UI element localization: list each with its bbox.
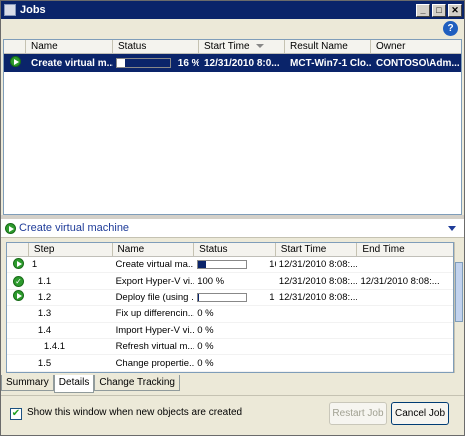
steps-body: 1Create virtual ma...16 %12/31/2010 8:08… bbox=[7, 257, 453, 372]
help-icon[interactable]: ? bbox=[443, 21, 458, 36]
steps-col-status[interactable]: Status bbox=[194, 243, 276, 256]
step-status-text: 0 % bbox=[197, 341, 214, 353]
steps-grid: Step Name Status Start Time End Time 1 Cr… bbox=[6, 242, 454, 373]
step-start-time: 12/31/2010 8:08:... bbox=[278, 259, 358, 271]
step-name: Fix up differencin... bbox=[115, 308, 195, 320]
jobs-app-icon bbox=[4, 4, 16, 16]
step-number: 1.2 bbox=[37, 291, 52, 303]
col-status[interactable]: Status bbox=[113, 40, 199, 53]
step-start-time: 12/31/2010 8:08:... bbox=[278, 291, 358, 303]
job-running-icon bbox=[4, 56, 26, 70]
step-running-icon bbox=[7, 257, 29, 272]
job-progress-fill bbox=[117, 58, 126, 67]
step-number: 1.3 bbox=[37, 308, 52, 320]
col-start-time[interactable]: Start Time bbox=[199, 40, 285, 53]
step-name: Deploy file (using ... bbox=[115, 291, 195, 303]
details-header: Create virtual machine bbox=[1, 219, 464, 238]
job-status: 16 % bbox=[113, 58, 199, 69]
step-status: 100 % bbox=[194, 276, 276, 287]
col-start-time-label: Start Time bbox=[204, 41, 250, 52]
step-status-text: 100 % bbox=[197, 275, 225, 287]
jobs-window: Jobs _ □ ✕ ? Name Status Start Time Resu… bbox=[0, 0, 465, 436]
step-status-text: 16 % bbox=[269, 259, 276, 271]
step-number: 1.4.1 bbox=[43, 341, 66, 353]
steps-col-name[interactable]: Name bbox=[113, 243, 195, 256]
jobs-grid: Name Status Start Time Result Name Owner… bbox=[3, 39, 462, 215]
step-row[interactable]: 1 Create virtual ma... 16 %12/31/2010 8:08… bbox=[7, 257, 453, 274]
step-name: Create virtual ma... bbox=[115, 259, 195, 271]
step-progress-bar bbox=[197, 292, 248, 302]
title-bar: Jobs _ □ ✕ bbox=[1, 1, 464, 19]
col-name[interactable]: Name bbox=[26, 40, 113, 53]
step-end-time: 12/31/2010 8:08:... bbox=[360, 275, 440, 287]
step-status: 0 % bbox=[194, 341, 276, 352]
steps-col-start[interactable]: Start Time bbox=[276, 243, 358, 256]
step-status-text: 1 % bbox=[269, 291, 276, 303]
footer-bar: ✔ Show this window when new objects are … bbox=[1, 395, 464, 435]
step-status: 0 % bbox=[194, 358, 276, 369]
steps-col-end[interactable]: End Time bbox=[357, 243, 453, 256]
step-name: Export Hyper-V vi... bbox=[115, 275, 195, 287]
step-number: 1.5 bbox=[37, 357, 52, 369]
step-row[interactable]: 1.4.1 Refresh virtual m... 0 % bbox=[7, 339, 453, 356]
steps-col-icon bbox=[7, 243, 29, 256]
details-title: Create virtual machine bbox=[19, 222, 130, 234]
window-title: Jobs bbox=[20, 4, 46, 16]
job-progress-bar bbox=[116, 57, 171, 68]
job-row[interactable]: Create virtual m... 16 % 12/31/2010 8:0.… bbox=[4, 54, 461, 72]
steps-scrollbar[interactable] bbox=[454, 242, 463, 373]
step-running-icon bbox=[7, 290, 29, 304]
job-result-name: MCT-Win7-1 Clo... bbox=[290, 57, 371, 69]
steps-col-step[interactable]: Step bbox=[29, 243, 113, 256]
job-owner: CONTOSO\Adm... bbox=[376, 57, 460, 69]
details-running-icon bbox=[5, 222, 16, 234]
step-status-text: 0 % bbox=[197, 308, 214, 320]
close-button[interactable]: ✕ bbox=[448, 3, 462, 17]
restart-job-button[interactable]: Restart Job bbox=[329, 402, 387, 425]
step-name: Import Hyper-V vi... bbox=[115, 324, 195, 336]
step-status: 1 % bbox=[194, 292, 276, 303]
maximize-button[interactable]: □ bbox=[432, 3, 446, 17]
tab-summary[interactable]: Summary bbox=[1, 375, 54, 391]
step-progress-bar bbox=[197, 260, 248, 270]
col-owner[interactable]: Owner bbox=[371, 40, 461, 53]
step-row[interactable]: 1.2 Deploy file (using ... 1 %12/31/2010 8… bbox=[7, 290, 453, 307]
steps-grid-header: Step Name Status Start Time End Time bbox=[7, 243, 453, 257]
job-start-time: 12/31/2010 8:0... bbox=[204, 57, 280, 69]
step-status-text: 0 % bbox=[197, 324, 214, 336]
scrollbar-thumb[interactable] bbox=[455, 262, 463, 322]
show-window-checkbox[interactable]: ✔ bbox=[10, 408, 22, 420]
step-status-text: 0 % bbox=[197, 357, 214, 369]
sort-descending-icon bbox=[255, 44, 264, 49]
toolbar: ? bbox=[1, 19, 464, 39]
step-number: 1.4 bbox=[37, 324, 52, 336]
step-progress-fill bbox=[198, 261, 206, 269]
cancel-job-button[interactable]: Cancel Job bbox=[391, 402, 449, 425]
step-start-time: 12/31/2010 8:08:... bbox=[278, 275, 358, 287]
step-number: 1 bbox=[31, 259, 38, 271]
step-row[interactable]: ✓ 1.1 Export Hyper-V vi... 100 % 12/31/2010 … bbox=[7, 273, 453, 290]
job-status-text: 16 % bbox=[177, 57, 199, 69]
step-name: Change propertie... bbox=[115, 357, 195, 369]
step-row[interactable]: 1.3 Fix up differencin... 0 % bbox=[7, 306, 453, 323]
job-name: Create virtual m... bbox=[31, 57, 113, 69]
step-progress-fill bbox=[198, 293, 200, 301]
col-result-name[interactable]: Result Name bbox=[285, 40, 371, 53]
col-icon bbox=[4, 40, 26, 53]
step-name: Refresh virtual m... bbox=[115, 341, 195, 353]
step-complete-icon: ✓ bbox=[7, 275, 29, 287]
step-row[interactable]: 1.5 Change propertie... 0 % bbox=[7, 355, 453, 372]
tab-change-tracking[interactable]: Change Tracking bbox=[94, 375, 180, 391]
tab-details[interactable]: Details bbox=[53, 375, 95, 393]
step-row[interactable]: 1.4 Import Hyper-V vi... 0 % bbox=[7, 323, 453, 339]
step-status: 16 % bbox=[194, 259, 276, 270]
details-tabs: Summary Details Change Tracking bbox=[1, 375, 180, 393]
collapse-chevron-icon[interactable] bbox=[448, 225, 456, 231]
minimize-button[interactable]: _ bbox=[416, 3, 430, 17]
step-status: 0 % bbox=[194, 325, 276, 336]
show-window-label: Show this window when new objects are cr… bbox=[27, 407, 243, 418]
step-number: 1.1 bbox=[37, 275, 52, 287]
step-status: 0 % bbox=[194, 308, 276, 319]
jobs-grid-header: Name Status Start Time Result Name Owner bbox=[4, 40, 461, 54]
